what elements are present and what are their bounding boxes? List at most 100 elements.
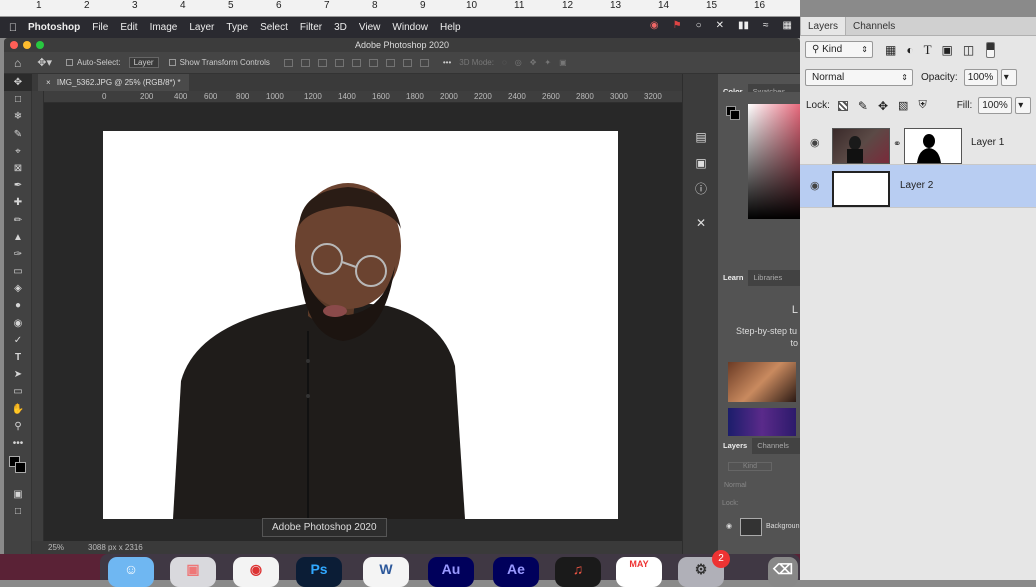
align-bottom-icon[interactable] (368, 58, 378, 67)
menu-3d[interactable]: 3D (334, 22, 347, 33)
color-swatches-icon[interactable] (4, 452, 32, 486)
menu-edit[interactable]: Edit (120, 22, 137, 33)
photoshop-dock-icon[interactable]: Ps (296, 557, 342, 587)
creative-cloud-icon[interactable]: ◉ (650, 20, 659, 31)
align-middle-icon[interactable] (351, 58, 361, 67)
lasso-tool-icon[interactable]: ❄ (4, 108, 32, 125)
battery-icon[interactable]: ▮▮ (738, 20, 749, 31)
kind-filter-dropdown[interactable]: ⚲ Kind ⇕ (805, 41, 873, 58)
filter-toggle-icon[interactable] (986, 41, 996, 58)
paint-bucket-tool-icon[interactable]: ◈ (4, 280, 32, 297)
menu-image[interactable]: Image (150, 22, 178, 33)
3d-slide-icon[interactable]: ✦ (544, 58, 551, 67)
brush-tool-icon[interactable]: ✏ (4, 212, 32, 229)
zoom-level[interactable]: 25% (48, 541, 64, 554)
history-brush-tool-icon[interactable]: ✑ (4, 246, 32, 263)
launchpad-icon[interactable]: ▣ (170, 557, 216, 587)
lock-transparent-icon[interactable] (837, 100, 848, 111)
eraser-tool-icon[interactable]: ▭ (4, 263, 32, 280)
opacity-input[interactable]: 100% (963, 69, 998, 86)
eye-icon[interactable]: ◉ (810, 179, 820, 192)
document-canvas[interactable] (103, 131, 618, 519)
align-center-icon[interactable] (300, 58, 310, 67)
lock-position-icon[interactable]: ✥ (878, 99, 888, 113)
distribute-v-icon[interactable] (419, 58, 429, 67)
menu-extra-icon[interactable]: ▦ (783, 20, 792, 31)
tutorial-thumbnail[interactable] (728, 362, 796, 402)
mini-kind-filter[interactable]: Kind (728, 462, 773, 471)
blur-tool-icon[interactable]: ● (4, 297, 32, 314)
auto-select-option[interactable]: Auto-Select: (66, 58, 121, 67)
menu-window[interactable]: Window (392, 22, 428, 33)
quick-select-tool-icon[interactable]: ✎ (4, 126, 32, 143)
frame-tool-icon[interactable]: ⊠ (4, 160, 32, 177)
tools-panel-icon[interactable]: ✕ (683, 210, 719, 236)
screen-mode-icon[interactable]: □ (4, 503, 32, 520)
tab-layers[interactable]: Layers (800, 17, 847, 35)
edit-toolbar-icon[interactable]: ••• (4, 435, 32, 452)
fill-input[interactable]: 100% (978, 97, 1013, 114)
tutorial-thumbnail[interactable] (728, 408, 796, 436)
3d-pan-icon[interactable]: ✥ (530, 58, 537, 67)
menu-type[interactable]: Type (226, 22, 248, 33)
record-icon[interactable]: ○ (696, 20, 702, 31)
tab-learn[interactable]: Learn (718, 270, 749, 286)
opacity-dropdown-button[interactable]: ▾ (1000, 69, 1017, 86)
menu-view[interactable]: View (359, 22, 381, 33)
layer-name[interactable]: Layer 2 (900, 180, 933, 191)
blend-mode-dropdown[interactable]: Normal ⇕ (805, 69, 913, 86)
background-color-swatch[interactable] (730, 110, 740, 120)
lock-image-icon[interactable]: ✎ (858, 99, 868, 113)
hand-tool-icon[interactable]: ✋ (4, 401, 32, 418)
3d-orbit-icon[interactable]: ◌ (502, 58, 507, 67)
marquee-tool-icon[interactable]: □ (4, 91, 32, 108)
home-icon[interactable]: ⌂ (14, 56, 21, 70)
mini-layer-name[interactable]: Backgroun (766, 523, 799, 530)
finder-icon[interactable]: ☺ (108, 557, 154, 587)
pen-tool-icon[interactable]: ✓ (4, 332, 32, 349)
eye-icon[interactable]: ◉ (810, 136, 820, 149)
lock-artboard-icon[interactable]: ▧ (898, 99, 908, 112)
lock-all-icon[interactable]: ⛨ (918, 99, 926, 112)
eye-icon[interactable]: ◉ (726, 522, 732, 530)
canvas-area[interactable] (44, 103, 682, 541)
info-panel-icon[interactable]: ⓘ (683, 176, 719, 202)
filter-type-icon[interactable]: T (924, 42, 932, 58)
close-tab-icon[interactable]: × (46, 78, 51, 87)
document-tab[interactable]: × IMG_5362.JPG @ 25% (RGB/8*) * (38, 74, 189, 91)
path-select-tool-icon[interactable]: ➤ (4, 366, 32, 383)
type-tool-icon[interactable]: T (4, 349, 32, 366)
menu-help[interactable]: Help (440, 22, 461, 33)
layer-row-selected[interactable]: ◉ Layer 2 (800, 165, 1036, 208)
word-icon[interactable]: W (363, 557, 409, 587)
3d-scale-icon[interactable]: ▣ (559, 58, 567, 67)
layer-name[interactable]: Layer 1 (971, 137, 1004, 148)
minimize-window-button[interactable] (23, 41, 31, 49)
filter-pixel-icon[interactable]: ▦ (885, 43, 896, 57)
history-panel-icon[interactable]: ▤ (683, 124, 719, 150)
tab-channels[interactable]: Channels (752, 438, 794, 454)
mini-blend-mode[interactable]: Normal (724, 482, 747, 489)
apple-icon[interactable]:  (4, 22, 22, 34)
move-tool-icon[interactable]: ✥ (4, 74, 32, 92)
after-effects-icon[interactable]: Ae (493, 557, 539, 587)
menu-layer[interactable]: Layer (189, 22, 214, 33)
calendar-icon[interactable]: MAY (616, 557, 662, 587)
distribute-h-icon[interactable] (402, 58, 412, 67)
zoom-tool-icon[interactable]: ⚲ (4, 418, 32, 435)
clone-stamp-tool-icon[interactable]: ▲ (4, 229, 32, 246)
align-left-icon[interactable] (283, 58, 293, 67)
auto-select-dropdown[interactable]: Layer (128, 57, 159, 68)
fill-dropdown-button[interactable]: ▾ (1015, 97, 1032, 114)
voice-memos-icon[interactable]: ♫ (555, 557, 601, 587)
adjustments-panel-icon[interactable]: ▣ (683, 150, 719, 176)
chrome-icon[interactable]: ◉ (233, 557, 279, 587)
3d-roll-icon[interactable]: ◎ (515, 58, 522, 67)
filter-adjustment-icon[interactable]: ◐ (906, 43, 913, 57)
filter-smart-object-icon[interactable]: ◫ (963, 43, 974, 57)
dodge-tool-icon[interactable]: ◉ (4, 315, 32, 332)
align-top-icon[interactable] (334, 58, 344, 67)
quick-mask-icon[interactable]: ▣ (4, 486, 32, 503)
move-tool-icon[interactable]: ✥▾ (37, 56, 52, 69)
trash-icon[interactable]: ⌫ (768, 557, 798, 587)
